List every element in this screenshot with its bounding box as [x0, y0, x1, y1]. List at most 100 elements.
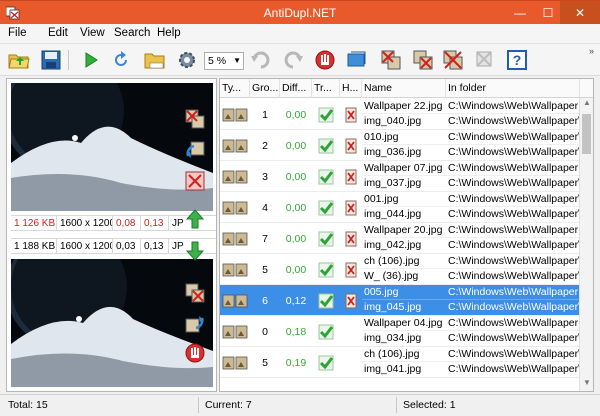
first-file-folder: C:\Windows\Web\Wallpaper	[446, 100, 580, 114]
table-row[interactable]: 4 0,00 001.jpgC:\Windows\Web\Wallpaper\Win…	[220, 192, 580, 223]
minimize-button[interactable]: —	[506, 1, 534, 25]
first-file-folder: C:\Windows\Web\Wallpaper	[446, 317, 580, 331]
second-file-name: img_045.jpg	[364, 301, 422, 313]
close-button[interactable]: ✕	[560, 1, 600, 25]
second-file-name: img_036.jpg	[364, 146, 422, 158]
settings-gear-icon[interactable]	[174, 48, 200, 72]
maximize-button[interactable]: ☐	[534, 1, 562, 25]
difference-cell: 0,00	[285, 201, 307, 214]
table-row[interactable]: 7 0,00 Wallpaper 20.jpg C:\Windows\Web\Wall…	[220, 223, 580, 254]
scroll-thumb[interactable]	[582, 114, 591, 154]
transform-check-icon	[312, 99, 340, 130]
chevron-down-icon: ▼	[233, 56, 241, 65]
image-pair-icon	[220, 223, 250, 254]
svg-text:?: ?	[513, 52, 522, 68]
group-cell: 1	[262, 108, 268, 121]
open-folder-icon[interactable]	[6, 48, 32, 72]
stop-icon[interactable]	[312, 48, 338, 72]
status-current: Current: 7	[205, 399, 252, 411]
hint-delete-icon	[340, 223, 362, 254]
scroll-down-icon[interactable]: ▼	[580, 378, 593, 391]
image-pair-icon	[220, 192, 250, 223]
group-cell: 3	[262, 170, 268, 183]
replace-second-icon[interactable]	[182, 310, 208, 336]
undo-icon[interactable]	[248, 48, 274, 72]
table-row[interactable]: 3 0,00 Wallpaper 07.jpg C:\Windows\Web\Wall…	[220, 161, 580, 192]
table-row[interactable]: 2 0,00 010.jpgC:\Windows\Web\Wallpaper\Win…	[220, 130, 580, 161]
menu-file[interactable]: File	[8, 27, 27, 39]
group-cell: 5	[262, 356, 268, 369]
difference-cell: 0,00	[285, 139, 307, 152]
column-hint[interactable]: H...	[340, 79, 362, 98]
group-cell: 2	[262, 139, 268, 152]
status-divider	[198, 397, 199, 413]
play-icon[interactable]	[78, 48, 104, 72]
delete-second-lower-icon[interactable]	[182, 280, 208, 306]
column-transform[interactable]: Tr...	[312, 79, 340, 98]
image-pair-icon	[220, 254, 250, 285]
second-blurring: 0,13	[141, 239, 169, 253]
hint-delete-icon	[340, 316, 362, 347]
open-path-icon[interactable]	[142, 48, 168, 72]
save-icon[interactable]	[38, 48, 64, 72]
mistake-icon[interactable]	[472, 48, 498, 72]
table-row[interactable]: 0 0,18 Wallpaper 04.jpg C:\Windows\Web\Wall…	[220, 316, 580, 347]
replace-first-icon[interactable]	[182, 138, 208, 164]
first-file-size: 1 126 KB	[11, 216, 57, 230]
image-pair-icon	[220, 347, 250, 378]
scroll-up-icon[interactable]: ▲	[580, 98, 593, 112]
toolbar-overflow-icon[interactable]: »	[589, 46, 594, 56]
second-file-folder: C:\Windows\Web\Wallpaper\Wind	[448, 332, 580, 344]
hint-delete-icon	[340, 254, 362, 285]
table-row[interactable]: 6 0,12 005.jpg C:\Windows\Web\Wallpaper img_…	[220, 285, 580, 316]
help-icon[interactable]: ?	[504, 48, 530, 72]
difference-cell: 0,00	[285, 108, 307, 121]
column-type[interactable]: Ty...	[220, 79, 250, 98]
image-pair-icon	[220, 161, 250, 192]
difference-cell: 0,00	[285, 263, 307, 276]
delete-second-icon[interactable]	[182, 168, 208, 194]
difference-cell: 0,00	[285, 170, 307, 183]
table-row[interactable]: 1 0,00 Wallpaper 22.jpg C:\Windows\Web\Wall…	[220, 99, 580, 130]
first-file-name: ch (106).jpg	[362, 254, 446, 269]
menu-view[interactable]: View	[80, 27, 105, 39]
transform-check-icon	[312, 285, 340, 316]
difference-cell: 0,00	[285, 232, 307, 245]
column-folder[interactable]: In folder	[446, 79, 580, 98]
column-group[interactable]: Gro...	[250, 79, 280, 98]
first-file-folder: C:\Windows\Web\Wallpaper	[446, 224, 580, 238]
transform-check-icon	[312, 130, 340, 161]
table-row[interactable]: 5 0,00 ch (106).jpg C:\Windows\Web\Wallpape…	[220, 254, 580, 285]
menu-edit[interactable]: Edit	[48, 27, 68, 39]
delete-first-icon[interactable]	[378, 48, 404, 72]
column-name[interactable]: Name	[362, 79, 446, 98]
first-file-name: 005.jpg	[362, 285, 446, 300]
arrow-up-icon[interactable]	[182, 206, 208, 232]
vertical-scrollbar[interactable]: ▲ ▼	[579, 98, 593, 391]
table-row[interactable]: 5 0,19 ch (106).jpg C:\Windows\Web\Wallpape…	[220, 347, 580, 378]
zoom-select[interactable]: 5 % ▼	[204, 52, 244, 70]
delete-both-icon[interactable]	[440, 48, 466, 72]
second-file-folder: C:\Windows\Web\Wallpaper\Wind	[448, 363, 580, 375]
second-file-name: img_040.jpg	[364, 115, 422, 127]
first-file-name: 001.jpg	[362, 192, 446, 207]
second-file-folder: C:\Windows\Web\Wallpaper\Wind	[448, 177, 580, 189]
transform-check-icon	[312, 223, 340, 254]
arrow-down-icon[interactable]	[182, 238, 208, 264]
status-selected: Selected: 1	[403, 399, 456, 411]
image-pair-icon	[220, 285, 250, 316]
menu-search[interactable]: Search	[114, 27, 150, 39]
redo-icon[interactable]	[280, 48, 306, 72]
database-icon[interactable]	[344, 48, 370, 72]
delete-second-icon[interactable]	[410, 48, 436, 72]
mistake-stop-icon[interactable]	[182, 340, 208, 366]
column-difference[interactable]: Diff...	[280, 79, 312, 98]
group-cell: 0	[262, 325, 268, 338]
menu-bar: File Edit View Search Help	[0, 24, 600, 44]
first-file-name: Wallpaper 22.jpg	[362, 99, 446, 114]
delete-first-icon[interactable]	[182, 106, 208, 132]
title-bar: AntiDupl.NET — ☐ ✕	[0, 0, 600, 25]
menu-help[interactable]: Help	[157, 27, 181, 39]
refresh-icon[interactable]	[108, 48, 134, 72]
first-file-name: Wallpaper 20.jpg	[362, 223, 446, 238]
